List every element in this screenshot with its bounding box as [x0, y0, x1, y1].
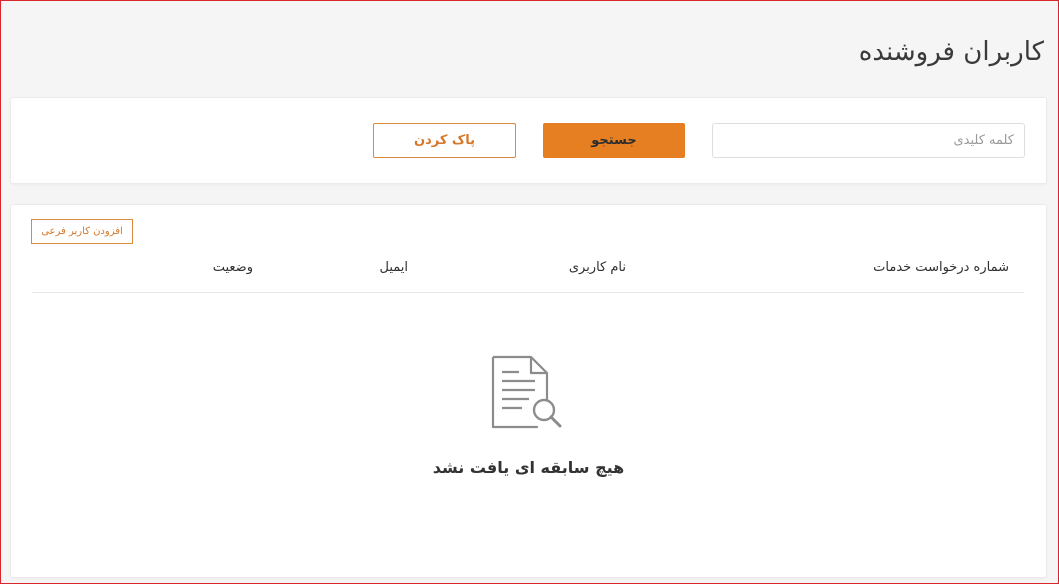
table-header: شماره درخواست خدمات نام کاربری ایمیل وضع…: [32, 245, 1024, 293]
column-header-username: نام کاربری: [568, 260, 626, 275]
empty-state-message: هیچ سابقه ای یافت نشد: [432, 458, 625, 477]
search-panel: جستجو پاک کردن: [10, 97, 1047, 184]
search-button[interactable]: جستجو: [543, 123, 685, 158]
column-header-service-request: شماره درخواست خدمات: [873, 260, 1009, 275]
column-header-status: وضعیت: [212, 260, 253, 275]
document-search-icon: [491, 355, 562, 429]
page-title: کاربران فروشنده: [858, 37, 1044, 67]
keyword-search-input[interactable]: [712, 123, 1025, 158]
column-header-email: ایمیل: [379, 260, 408, 275]
add-sub-user-button[interactable]: افزودن کاربر فرعی: [31, 219, 133, 244]
users-list-panel: افزودن کاربر فرعی شماره درخواست خدمات نا…: [10, 204, 1047, 578]
page-frame: کاربران فروشنده جستجو پاک کردن افزودن کا…: [0, 0, 1059, 584]
clear-button[interactable]: پاک کردن: [373, 123, 516, 158]
